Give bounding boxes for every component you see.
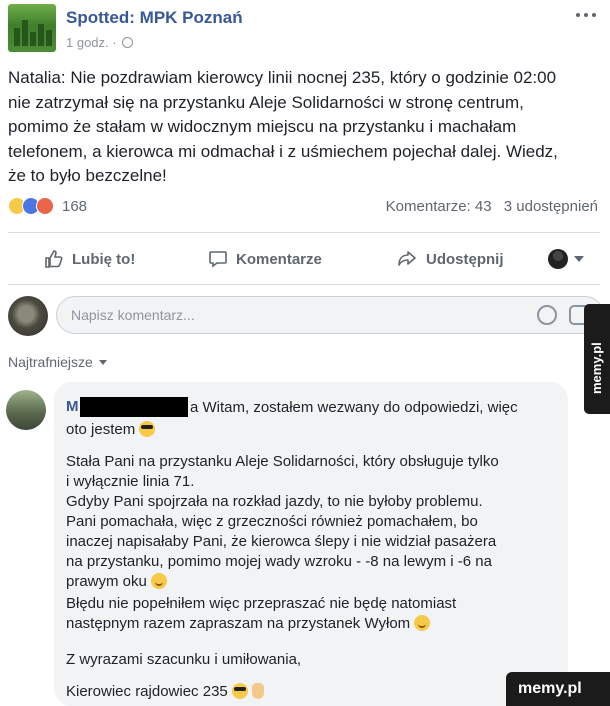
globe-icon [122, 37, 134, 48]
like-button[interactable]: Lubię to! [44, 249, 135, 269]
comment-button[interactable]: Komentarze [208, 249, 322, 269]
page-name[interactable]: Spotted: MPK Poznań [66, 8, 243, 28]
action-bar: Lubię to! Komentarze Udostępnij [8, 236, 600, 282]
smile-emoji-icon [150, 573, 167, 589]
chevron-down-icon [574, 256, 584, 262]
page-avatar[interactable] [8, 4, 56, 52]
comment-signature: Kierowiec rajdowiec 235 [66, 682, 264, 702]
commenter-name[interactable]: M [66, 398, 79, 415]
ok-hand-emoji-icon [251, 683, 264, 699]
sunglasses-emoji-icon [139, 421, 156, 437]
speech-bubble-icon [209, 251, 227, 268]
redaction-bar [80, 397, 188, 417]
comment-sort-dropdown[interactable]: Najtrafniejsze [8, 354, 107, 370]
reaction-count: 168 [62, 197, 88, 215]
smiley-icon[interactable] [537, 305, 557, 325]
divider [8, 232, 600, 233]
sort-label: Najtrafniejsze [8, 354, 93, 370]
thumbs-up-icon [45, 250, 63, 268]
corner-watermark: memy.pl [506, 672, 610, 706]
side-watermark-real: memy.pl [584, 304, 610, 414]
side-watermark-text: memy.pl [589, 342, 604, 394]
user-avatar[interactable] [8, 296, 48, 336]
share-arrow-icon [398, 251, 416, 266]
audience-selector[interactable] [548, 249, 584, 269]
comment-label: Komentarze [236, 250, 322, 268]
comment-line: a Witam, zostałem wezwany do odpowiedzi,… [190, 399, 518, 416]
post-meta: 1 godz. · [66, 35, 134, 50]
shares-count-link[interactable]: 3 udostępnień [504, 198, 598, 215]
smile-emoji-icon [414, 615, 431, 631]
comment-bubble: M a Witam, zostałem wezwany do odpowiedz… [54, 382, 568, 706]
post-timestamp[interactable]: 1 godz. · [66, 35, 117, 50]
comment-line: oto jestem [66, 420, 156, 440]
angry-reaction-icon [36, 197, 54, 215]
corner-watermark-text: memy.pl [518, 680, 582, 697]
chevron-down-icon [98, 359, 107, 365]
comment-paragraph: Błędu nie popełniłem więc przepraszać ni… [66, 595, 457, 632]
share-button[interactable]: Udostępnij [396, 249, 504, 269]
more-options-button[interactable] [576, 10, 596, 20]
comment-input[interactable] [71, 297, 511, 333]
post-header: Spotted: MPK Poznań 1 godz. · [8, 4, 598, 56]
sunglasses-emoji-icon [231, 683, 248, 699]
share-label: Udostępnij [426, 250, 504, 268]
reactions-summary[interactable]: 168 [8, 195, 87, 217]
post-text: Natalia: Nie pozdrawiam kierowcy linii n… [8, 68, 558, 185]
comment-paragraph: Z wyrazami szacunku i umiłowania, [66, 651, 302, 668]
profile-avatar-icon [548, 249, 568, 269]
like-label: Lubię to! [72, 250, 136, 268]
comment-paragraph: Stała Pani na przystanku Aleje Solidarno… [66, 453, 499, 590]
divider [8, 284, 600, 285]
comment-composer [8, 294, 608, 338]
comments-count-link[interactable]: Komentarze: 43 [386, 198, 492, 215]
comment-box[interactable] [56, 296, 604, 334]
post-stats: Komentarze: 43 3 udostępnień [386, 198, 598, 215]
more-dots-icon [576, 13, 580, 17]
commenter-avatar[interactable] [6, 390, 46, 430]
